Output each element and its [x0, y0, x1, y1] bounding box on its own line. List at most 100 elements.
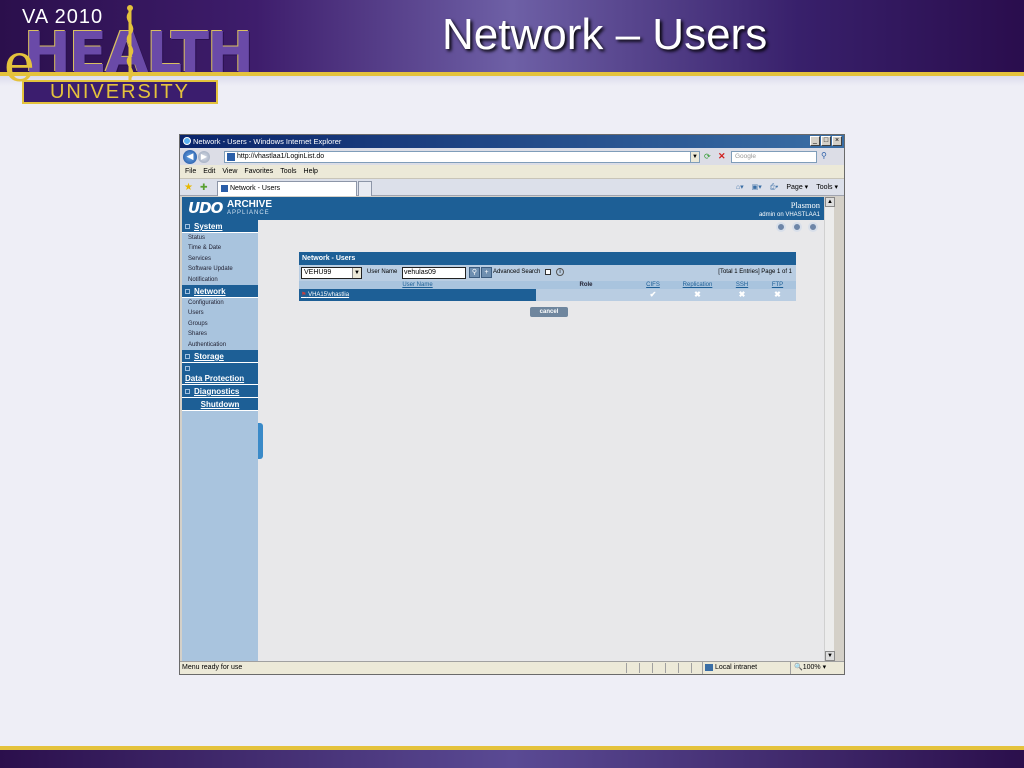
logo-university: UNIVERSITY	[22, 80, 218, 104]
sidebar-section-data-protection[interactable]: Data Protection	[182, 362, 258, 385]
search-icon[interactable]: ⚲	[469, 267, 480, 278]
feeds-icon[interactable]: ▣▾	[752, 181, 762, 194]
slide-title: Network – Users	[442, 10, 768, 59]
users-table: User Name Role CIFS Replication SSH FTP …	[299, 281, 796, 301]
menu-edit[interactable]: Edit	[203, 165, 215, 178]
slide-header: VA 2010 HEALTH e UNIVERSITY Network – Us…	[0, 0, 1024, 104]
expand-box-icon	[185, 366, 190, 372]
zoom-value: 100%	[802, 664, 821, 671]
sidebar-item-services[interactable]: Services	[182, 254, 258, 264]
page-menu[interactable]: Page ▾	[786, 181, 808, 194]
cancel-button[interactable]: cancel	[530, 307, 568, 317]
new-tab-button[interactable]	[358, 181, 372, 196]
add-favorite-icon[interactable]: ✚	[200, 182, 208, 193]
menu-view[interactable]: View	[222, 165, 237, 178]
user-name-input[interactable]: vehulas09	[402, 267, 466, 279]
vertical-scrollbar[interactable]: ▲ ▼	[824, 197, 835, 661]
tab-label: Network - Users	[230, 185, 281, 192]
domain-select[interactable]: VEHU99 ▼	[301, 267, 362, 279]
ftp-x-icon: ✖	[759, 289, 796, 301]
circle-icon[interactable]	[792, 222, 802, 232]
favorites-star-icon[interactable]: ★	[184, 182, 193, 193]
sidebar-section-label: Diagnostics	[194, 386, 240, 396]
logged-in-user: admin on VHASTLAA1	[758, 212, 820, 218]
domain-select-value: VEHU99	[304, 269, 332, 276]
sidebar-collapse-handle[interactable]	[258, 423, 263, 459]
sidebar-item-shares[interactable]: Shares	[182, 329, 258, 339]
header-circles	[776, 222, 818, 232]
address-input[interactable]: http://vhastlaa1/LoginList.do	[224, 151, 700, 163]
users-panel: Network - Users VEHU99 ▼ User Name vehul…	[299, 252, 796, 301]
user-name-label: User Name	[367, 269, 398, 275]
advanced-search-checkbox[interactable]	[545, 269, 551, 275]
minimize-button[interactable]: _	[810, 136, 820, 146]
menu-file[interactable]: File	[185, 165, 196, 178]
user-name-link[interactable]: VHA15\vhastlia	[308, 292, 349, 298]
scroll-down-icon[interactable]: ▼	[825, 651, 835, 661]
sidebar-section-label: Data Protection	[185, 373, 245, 383]
forward-icon[interactable]: ▶	[198, 151, 210, 163]
info-icon[interactable]: i	[556, 268, 564, 276]
sidebar-item-notification[interactable]: Notification	[182, 275, 258, 285]
status-text: Menu ready for use	[182, 664, 243, 671]
table-header-row: User Name Role CIFS Replication SSH FTP	[299, 281, 796, 289]
scroll-up-icon[interactable]: ▲	[825, 197, 835, 207]
expand-box-icon	[185, 354, 190, 360]
print-icon[interactable]: ⎙▾	[770, 181, 779, 194]
col-cifs[interactable]: CIFS	[636, 281, 670, 289]
users-toolbar: VEHU99 ▼ User Name vehulas09 ⚲ + Advance…	[299, 265, 796, 281]
circle-icon[interactable]	[776, 222, 786, 232]
page-icon	[227, 153, 235, 161]
sidebar-item-users[interactable]: Users	[182, 308, 258, 318]
sidebar-section-network[interactable]: Network	[182, 284, 258, 298]
sidebar-item-configuration[interactable]: Configuration	[182, 298, 258, 308]
sidebar: System Status Time & Date Services Softw…	[182, 220, 258, 661]
sidebar-section-diagnostics[interactable]: Diagnostics	[182, 384, 258, 398]
table-row[interactable]: ⚑ VHA15\vhastlia ✔ ✖ ✖ ✖	[299, 289, 796, 301]
advanced-icon[interactable]: +	[481, 267, 492, 278]
address-dropdown-icon[interactable]: ▼	[690, 151, 700, 163]
address-bar-row: ◀ ▶ http://vhastlaa1/LoginList.do ▼ ⟳ ✕ …	[180, 148, 844, 165]
col-user-name[interactable]: User Name	[299, 281, 536, 289]
total-entries: [Total 1 Entries] Page 1 of 1	[718, 269, 792, 275]
sidebar-item-authentication[interactable]: Authentication	[182, 340, 258, 350]
refresh-icon[interactable]: ⟳	[704, 152, 711, 161]
panel-title: Network - Users	[299, 252, 796, 265]
menu-favorites[interactable]: Favorites	[244, 165, 273, 178]
back-icon[interactable]: ◀	[183, 150, 197, 164]
window-controls: _ □ ×	[810, 136, 842, 146]
stop-icon[interactable]: ✕	[718, 151, 726, 162]
search-icon[interactable]: ⚲	[821, 151, 827, 160]
sidebar-item-software-update[interactable]: Software Update	[182, 264, 258, 274]
close-button[interactable]: ×	[832, 136, 842, 146]
expand-box-icon	[185, 389, 190, 395]
maximize-button[interactable]: □	[821, 136, 831, 146]
sidebar-section-shutdown[interactable]: Shutdown	[182, 397, 258, 411]
sidebar-item-groups[interactable]: Groups	[182, 319, 258, 329]
user-name-cell[interactable]: ⚑ VHA15\vhastlia	[299, 289, 536, 301]
sidebar-item-status[interactable]: Status	[182, 233, 258, 243]
cifs-check-icon: ✔	[636, 289, 670, 301]
sidebar-section-label: Network	[194, 286, 226, 296]
sidebar-section-storage[interactable]: Storage	[182, 349, 258, 363]
home-icon[interactable]: ⌂▾	[736, 181, 744, 194]
chevron-down-icon: ▼	[352, 268, 361, 278]
tab-network-users[interactable]: Network - Users	[217, 181, 357, 196]
status-cells	[626, 663, 704, 673]
menu-bar: File Edit View Favorites Tools Help	[180, 165, 844, 179]
menu-help[interactable]: Help	[304, 165, 318, 178]
col-ssh[interactable]: SSH	[725, 281, 759, 289]
tools-menu[interactable]: Tools ▾	[816, 181, 838, 194]
circle-icon[interactable]	[808, 222, 818, 232]
col-ftp[interactable]: FTP	[759, 281, 796, 289]
sidebar-section-label: Storage	[194, 351, 224, 361]
status-bar: Menu ready for use Local intranet 🔍100% …	[180, 661, 844, 674]
search-input[interactable]: Google	[731, 151, 817, 163]
advanced-search-label: Advanced Search	[493, 269, 541, 275]
menu-tools[interactable]: Tools	[280, 165, 296, 178]
col-replication[interactable]: Replication	[670, 281, 725, 289]
ssh-x-icon: ✖	[725, 289, 759, 301]
sidebar-section-system[interactable]: System	[182, 220, 258, 233]
sidebar-item-time-date[interactable]: Time & Date	[182, 243, 258, 253]
zoom-level[interactable]: 🔍100% ▾	[790, 662, 844, 674]
